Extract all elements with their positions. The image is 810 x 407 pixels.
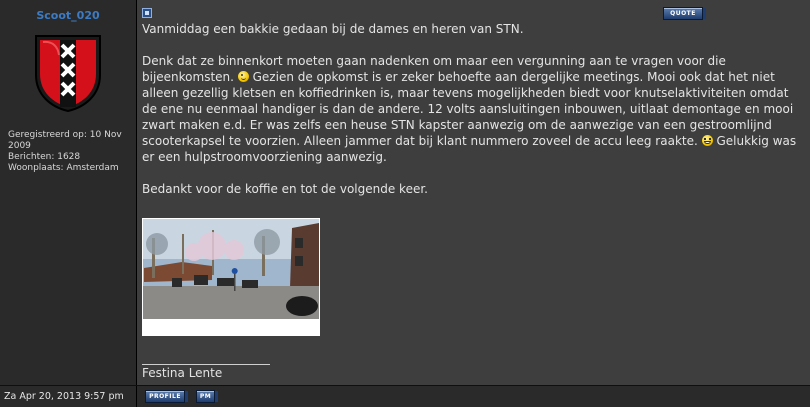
post-footer-actions: PROFILE PM — [137, 386, 810, 407]
signature-divider — [142, 364, 270, 365]
quote-button[interactable]: QUOTE — [663, 7, 706, 20]
forum-post: Scoot_020 Geregistreerd op: 10 Nov 2009 … — [0, 0, 810, 407]
post-body: Vanmiddag een bakkie gedaan bij de dames… — [142, 21, 807, 213]
avatar — [35, 35, 101, 113]
post-count: Berichten: 1628 — [8, 152, 81, 162]
post-paragraph-2: Denk dat ze binnenkort moeten gaan naden… — [142, 54, 797, 164]
post-link-icon[interactable] — [142, 8, 152, 18]
author-panel: Scoot_020 Geregistreerd op: 10 Nov 2009 … — [0, 0, 137, 385]
post-content: QUOTE Vanmiddag een bakkie gedaan bij de… — [137, 0, 810, 385]
registered-date: Geregistreerd op: 10 Nov 2009 — [8, 130, 122, 151]
signature: Festina Lente — [142, 366, 223, 380]
post-photo[interactable] — [142, 218, 320, 336]
profile-button[interactable]: PROFILE — [145, 390, 188, 403]
post-date: Za Apr 20, 2013 9:57 pm — [4, 391, 124, 402]
pm-button[interactable]: PM — [196, 390, 218, 403]
post-line-1: Vanmiddag een bakkie gedaan bij de dames… — [142, 22, 524, 36]
location: Woonplaats: Amsterdam — [8, 163, 119, 173]
grin-smiley-icon — [701, 135, 713, 146]
author-username[interactable]: Scoot_020 — [0, 9, 136, 22]
author-info: Geregistreerd op: 10 Nov 2009 Berichten:… — [8, 130, 132, 174]
wink-smiley-icon — [237, 71, 249, 82]
post-footer-date-cell: Za Apr 20, 2013 9:57 pm — [0, 386, 137, 407]
post-paragraph-3: Bedankt voor de koffie en tot de volgend… — [142, 182, 428, 196]
